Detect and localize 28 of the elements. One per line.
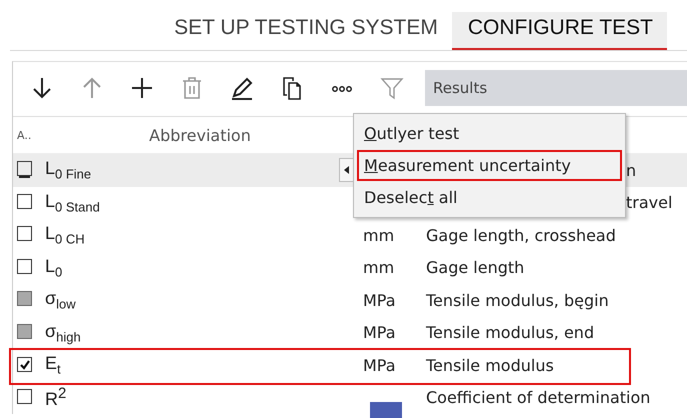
abbreviation-cell: E$_{t}$ — [45, 353, 61, 378]
abbreviation-cell: σ$_{low}$ — [45, 288, 76, 312]
description-cell: travel — [626, 193, 672, 212]
unit-cell: MPa — [363, 323, 396, 342]
menu-item[interactable]: Measurement uncertainty — [357, 150, 622, 181]
unit-cell: mm — [363, 258, 394, 278]
step-tab[interactable]: SET UP TESTING SYSTEM — [158, 12, 452, 50]
description-cell: Gage length, crosshead — [426, 226, 616, 245]
menu-item[interactable]: Outlyer test — [357, 118, 622, 149]
unit-cell: mm — [363, 226, 394, 245]
unit-cell: MPa — [363, 356, 396, 375]
description-cell: Gage length — [426, 258, 524, 278]
results-field[interactable]: Results — [425, 70, 687, 106]
description-cell: Tensile modulus — [426, 356, 554, 375]
abbreviation-cell: L$_{0 Fine}$ — [45, 158, 92, 182]
description-cell: Tensile modulus, bęgin — [426, 290, 609, 310]
abbreviation-cell: L$_{0 Stand}$ — [45, 190, 100, 215]
abbreviation-cell: L$_{0}$ — [45, 256, 62, 280]
abbreviation-cell: L$_{0 CH}$ — [45, 223, 85, 248]
column-header[interactable]: Abbreviation — [149, 126, 251, 144]
abbreviation-cell: σ$_{high}$ — [45, 320, 81, 345]
description-cell: n — [626, 160, 636, 180]
column-header[interactable]: A.. — [13, 128, 45, 142]
abbreviation-cell: R$^{2}$ — [45, 385, 66, 410]
description-cell: Coefficient of determination — [426, 388, 650, 408]
unit-cell: MPa — [363, 290, 396, 310]
description-cell: Tensile modulus, end — [426, 323, 594, 342]
step-tab[interactable]: CONFIGURE TEST — [452, 12, 667, 50]
